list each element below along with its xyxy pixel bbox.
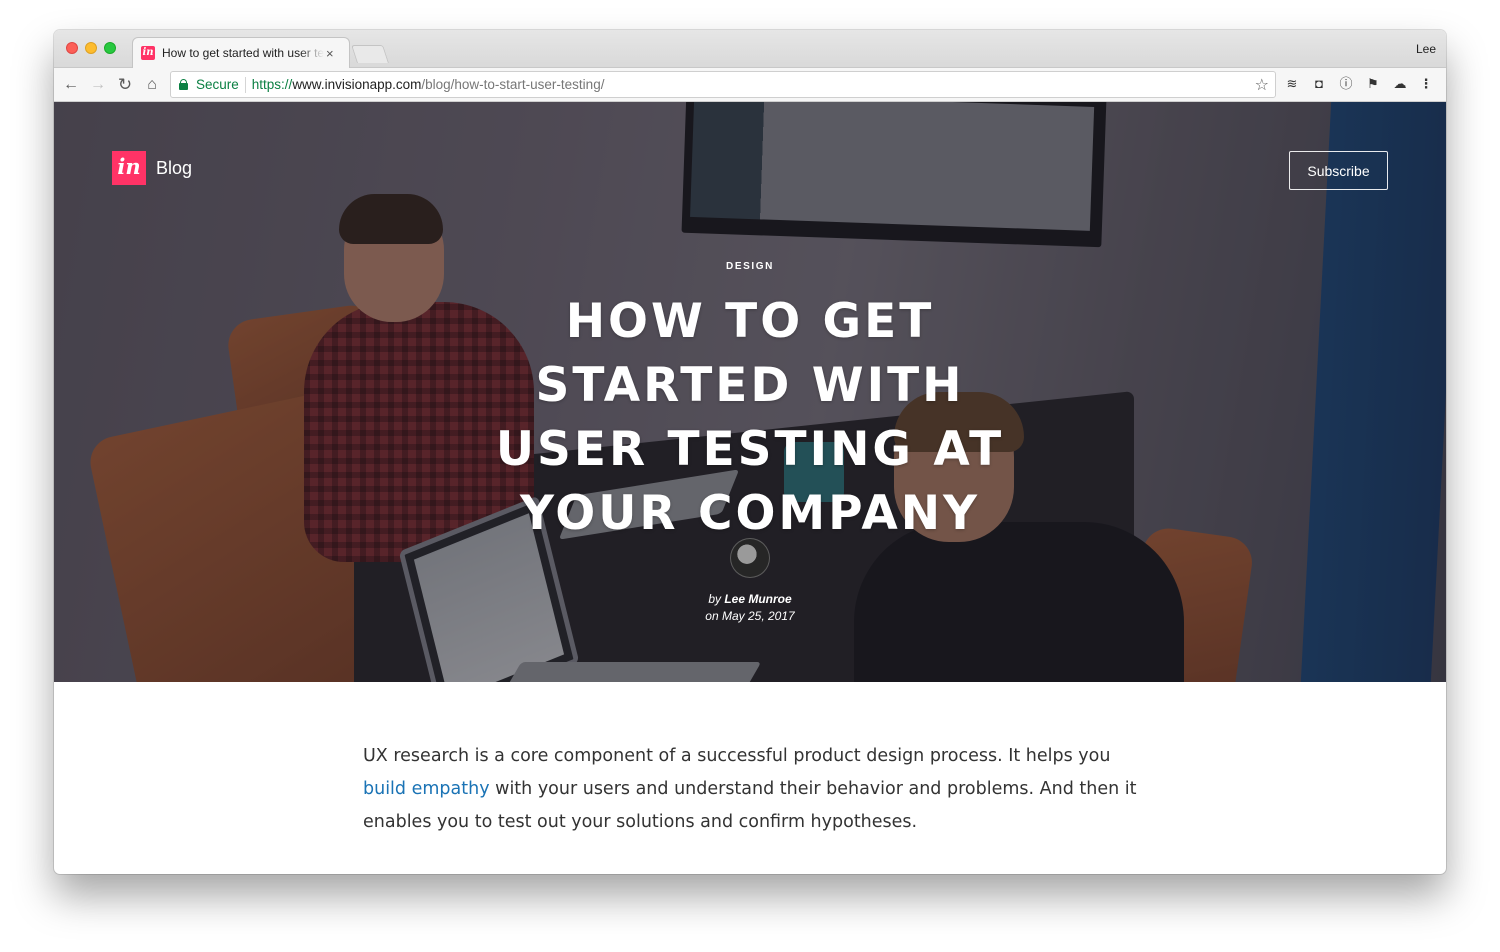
url-scheme: https://: [251, 77, 293, 92]
forward-icon[interactable]: →: [88, 75, 108, 95]
category-label[interactable]: DESIGN: [54, 261, 1446, 272]
article-paragraph: UX research is a core component of a suc…: [363, 740, 1153, 839]
article-title: HOW TO GET STARTED WITH USER TESTING AT …: [495, 294, 1005, 541]
invision-logo: in: [112, 151, 146, 185]
pocket-icon[interactable]: ◘: [1311, 76, 1327, 92]
reload-icon[interactable]: ↻: [115, 75, 135, 95]
paragraph-text-start: UX research is a core component of a suc…: [363, 746, 1111, 766]
url-host: www.invisionapp.com: [292, 77, 422, 92]
tab-close-icon[interactable]: ×: [326, 47, 334, 60]
byline: by Lee Munroe on May 25, 2017: [54, 591, 1446, 625]
article-body: UX research is a core component of a suc…: [363, 740, 1153, 839]
date-prefix: on: [705, 609, 719, 623]
address-separator: [244, 76, 246, 93]
minimize-window-icon[interactable]: [85, 42, 97, 54]
lock-icon: [179, 79, 188, 90]
buffer-icon[interactable]: ≋: [1284, 76, 1300, 92]
close-window-icon[interactable]: [66, 42, 78, 54]
home-icon[interactable]: ⌂: [142, 75, 162, 95]
info-icon[interactable]: ⓘ: [1338, 76, 1354, 92]
star-icon[interactable]: ☆: [1255, 75, 1269, 95]
byline-prefix: by: [708, 592, 721, 606]
tab-strip: in How to get started with user testing …: [54, 30, 1446, 68]
maximize-window-icon[interactable]: [104, 42, 116, 54]
back-icon[interactable]: ←: [61, 75, 81, 95]
secure-label: Secure: [196, 77, 239, 92]
hero-banner: in Blog Subscribe DESIGN HOW TO GET STAR…: [54, 102, 1446, 682]
author-name[interactable]: Lee Munroe: [724, 592, 791, 606]
flag-icon[interactable]: ⚑: [1365, 76, 1381, 92]
cloud-icon[interactable]: ☁: [1392, 76, 1408, 92]
tab-title: How to get started with user testing at …: [162, 46, 324, 60]
invision-favicon-icon: in: [141, 46, 155, 60]
profile-name[interactable]: Lee: [1416, 42, 1436, 56]
browser-window: in How to get started with user testing …: [54, 30, 1446, 874]
publish-date: May 25, 2017: [721, 609, 795, 623]
browser-tab[interactable]: in How to get started with user testing …: [132, 37, 350, 68]
url-path: /blog/how-to-start-user-testing/: [421, 77, 605, 92]
author-avatar[interactable]: [730, 538, 770, 578]
new-tab-button[interactable]: [351, 45, 389, 63]
blog-label: Blog: [156, 157, 193, 178]
address-bar[interactable]: Secure https:// www.invisionapp.com /blo…: [170, 71, 1276, 98]
blog-home-link[interactable]: in Blog: [112, 151, 192, 185]
browser-toolbar: ← → ↻ ⌂ Secure https:// www.invisionapp.…: [54, 68, 1446, 102]
subscribe-button[interactable]: Subscribe: [1289, 151, 1388, 190]
build-empathy-link[interactable]: build empathy: [363, 779, 490, 799]
menu-icon[interactable]: ⋮: [1418, 76, 1434, 92]
